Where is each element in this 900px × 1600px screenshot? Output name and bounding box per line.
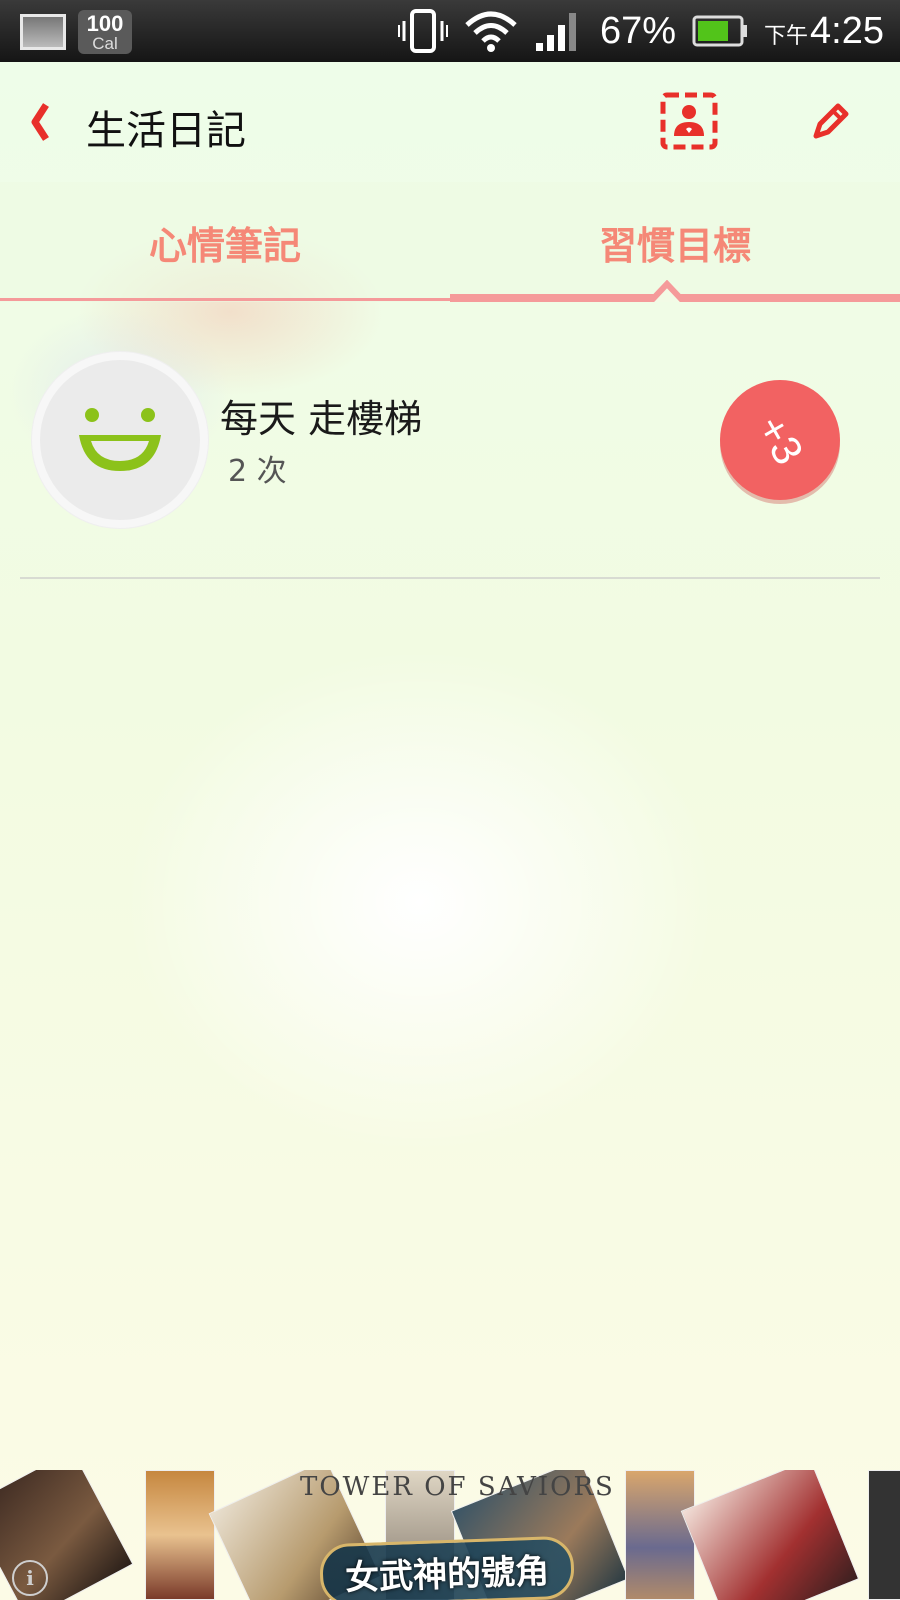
clock-period: 下午 [764, 22, 809, 48]
info-icon[interactable]: i [12, 1560, 48, 1596]
wifi-icon [465, 11, 517, 52]
calorie-unit: Cal [92, 33, 118, 53]
divider [20, 577, 880, 579]
tab-bar: 心情筆記 習慣目標 [0, 182, 900, 302]
vibrate-icon [397, 9, 448, 53]
smiley-face-icon [79, 408, 161, 471]
tab-divider-line [0, 298, 450, 301]
app-bar: 生活日記 [0, 62, 900, 182]
habit-name: 每天 走樓梯 [220, 397, 423, 441]
tab-mood-notes[interactable]: 心情筆記 [0, 182, 450, 302]
profile-button[interactable] [660, 92, 718, 150]
calorie-badge: 100 Cal [78, 10, 132, 54]
ad-card [145, 1470, 215, 1600]
ad-banner[interactable]: TOWER OF SAVIORS 女武神的號角 i [0, 1470, 900, 1600]
back-button[interactable] [20, 92, 60, 152]
profile-frame-icon [660, 92, 718, 150]
list-item[interactable]: 每天 走樓梯 2 次 +3 [0, 320, 900, 570]
clock: 下午 4:25 [764, 10, 884, 53]
habit-count: 2 次 [228, 454, 287, 489]
battery-percentage: 67% [599, 9, 677, 52]
page-title: 生活日記 [86, 108, 246, 154]
gallery-notification-icon [20, 14, 66, 50]
ad-card [625, 1470, 695, 1600]
clock-time: 4:25 [810, 9, 884, 52]
ad-top-text: TOWER OF SAVIORS [300, 1472, 615, 1502]
add-count-button[interactable]: +3 [720, 380, 840, 500]
status-bar: 100 Cal 67% 下午 4:25 [0, 0, 900, 62]
calorie-value: 100 [86, 10, 124, 36]
pencil-icon [813, 103, 849, 139]
avatar [32, 352, 208, 528]
add-count-label: +3 [748, 407, 813, 473]
ad-card [680, 1470, 860, 1600]
battery-icon [692, 15, 748, 47]
tab-indicator-notch-icon [650, 280, 684, 302]
ad-card [868, 1470, 900, 1600]
signal-icon [535, 13, 576, 51]
edit-button[interactable] [808, 98, 854, 144]
ad-headline: 女武神的號角 [318, 1535, 576, 1600]
back-chevron-icon [31, 103, 49, 141]
